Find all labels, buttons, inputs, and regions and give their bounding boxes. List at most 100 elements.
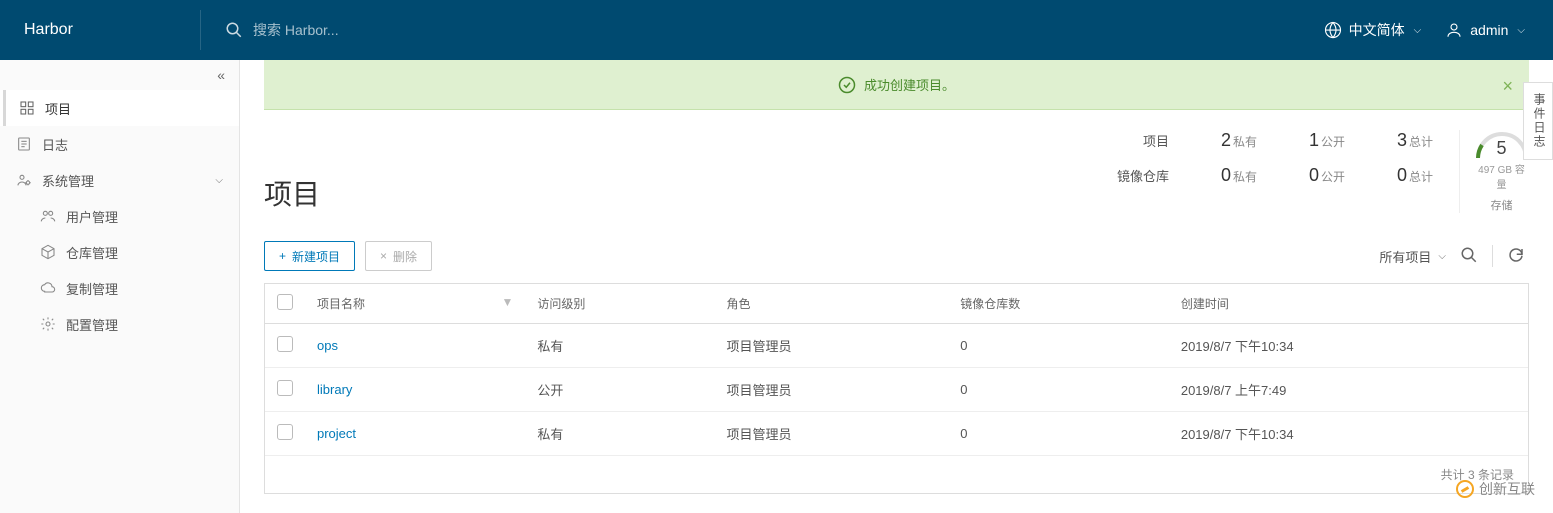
cell-access: 私有 xyxy=(525,412,714,456)
refresh-icon xyxy=(1507,246,1525,264)
stat-value: 0私有 xyxy=(1177,165,1257,186)
search-icon xyxy=(1460,246,1478,264)
col-access[interactable]: 访问级别 xyxy=(525,284,714,324)
filter-label: 所有项目 xyxy=(1379,247,1431,266)
project-name-link[interactable]: project xyxy=(317,426,356,441)
projects-table: 项目名称▼ 访问级别 角色 镜像仓库数 创建时间 ops 私有项目管理员02019… xyxy=(264,283,1529,494)
row-checkbox[interactable] xyxy=(277,424,293,440)
page-title: 项目 xyxy=(264,173,320,213)
language-switcher[interactable]: 中文简体 ⌵ xyxy=(1324,20,1422,40)
cell-role: 项目管理员 xyxy=(714,412,948,456)
table-row[interactable]: ops私有项目管理员02019/8/7 下午10:34 xyxy=(265,324,1528,368)
cell-role: 项目管理员 xyxy=(714,324,948,368)
cloud-icon xyxy=(40,280,56,296)
stat-value: 1公开 xyxy=(1265,130,1345,151)
refresh-button[interactable] xyxy=(1503,242,1529,271)
search-icon xyxy=(225,21,243,39)
sidebar-item-logs[interactable]: 日志 xyxy=(0,126,239,162)
gear-icon xyxy=(40,316,56,332)
toolbar: + 新建项目 × 删除 所有项目 ⌵ xyxy=(264,241,1529,271)
sidebar-item-label: 项目 xyxy=(45,99,71,118)
project-name-link[interactable]: library xyxy=(317,382,352,397)
table-row[interactable]: library 公开项目管理员02019/8/7 上午7:49 xyxy=(265,368,1528,412)
search-wrap xyxy=(201,21,1324,39)
cube-icon xyxy=(40,244,56,260)
cell-access: 私有 xyxy=(525,324,714,368)
gauge-arc-icon xyxy=(1474,130,1530,160)
chevron-down-icon: ⌵ xyxy=(1438,251,1446,262)
search-button[interactable] xyxy=(1456,242,1482,271)
cell-repo-count: 0 xyxy=(948,368,1169,412)
logo[interactable]: Harbor xyxy=(0,21,200,39)
sidebar-item-system[interactable]: 系统管理 ⌵ xyxy=(0,162,239,198)
sidebar-item-replication[interactable]: 复制管理 xyxy=(24,270,239,306)
cell-repo-count: 0 xyxy=(948,412,1169,456)
cell-created: 2019/8/7 下午10:34 xyxy=(1169,324,1528,368)
table-header-row: 项目名称▼ 访问级别 角色 镜像仓库数 创建时间 xyxy=(265,284,1528,324)
button-label: 删除 xyxy=(393,248,417,265)
stat-value: 0总计 xyxy=(1353,165,1433,186)
search-input[interactable] xyxy=(253,22,553,38)
watermark: 创新互联 xyxy=(1456,479,1535,499)
stat-row-label: 项目 xyxy=(1117,131,1169,150)
stats-panel: 项目 2私有 1公开 3总计 镜像仓库 0私有 0公开 0总计 5 497 GB… xyxy=(1117,130,1529,213)
col-role[interactable]: 角色 xyxy=(714,284,948,324)
user-icon xyxy=(1445,21,1463,39)
users-icon xyxy=(40,208,56,224)
projects-icon xyxy=(19,100,35,116)
header-bar: Harbor 中文简体 ⌵ admin ⌵ xyxy=(0,0,1553,60)
col-name[interactable]: 项目名称▼ xyxy=(305,284,525,324)
project-filter-dropdown[interactable]: 所有项目 ⌵ xyxy=(1379,247,1446,266)
header-right: 中文简体 ⌵ admin ⌵ xyxy=(1324,20,1553,40)
sidebar-item-label: 仓库管理 xyxy=(66,243,118,262)
user-label: admin xyxy=(1470,22,1508,38)
chevron-down-icon: ⌵ xyxy=(1414,25,1422,36)
cell-access: 公开 xyxy=(525,368,714,412)
sidebar-item-users[interactable]: 用户管理 xyxy=(24,198,239,234)
plus-icon: + xyxy=(279,249,286,263)
main-content: 成功创建项目。 × 项目 项目 2私有 1公开 3总计 镜像仓库 0私有 0公开… xyxy=(240,60,1553,513)
alert-close-button[interactable]: × xyxy=(1502,76,1513,97)
delete-button[interactable]: × 删除 xyxy=(365,241,432,271)
sidebar-collapse-button[interactable]: « xyxy=(0,60,239,90)
watermark-icon xyxy=(1456,480,1474,498)
new-project-button[interactable]: + 新建项目 xyxy=(264,241,355,271)
storage-gauge: 5 497 GB 容量 存储 xyxy=(1459,130,1529,213)
alert-text: 成功创建项目。 xyxy=(864,75,955,94)
select-all-checkbox[interactable] xyxy=(277,294,293,310)
language-label: 中文简体 xyxy=(1349,20,1405,40)
sidebar-item-projects[interactable]: 项目 xyxy=(0,90,239,126)
sidebar-item-label: 配置管理 xyxy=(66,315,118,334)
stat-value: 0公开 xyxy=(1265,165,1345,186)
admin-icon xyxy=(16,172,32,188)
filter-icon[interactable]: ▼ xyxy=(501,295,513,309)
event-log-tab[interactable]: 事件日志 xyxy=(1523,82,1553,160)
sidebar-item-label: 用户管理 xyxy=(66,207,118,226)
globe-icon xyxy=(1324,21,1342,39)
button-label: 新建项目 xyxy=(292,248,340,265)
project-name-link[interactable]: ops xyxy=(317,338,338,353)
check-circle-icon xyxy=(838,76,856,94)
success-alert: 成功创建项目。 × xyxy=(264,60,1529,110)
sidebar: « 项目 日志 系统管理 ⌵ 用户管理 仓库管理 复制管理 xyxy=(0,60,240,513)
row-checkbox[interactable] xyxy=(277,380,293,396)
cell-role: 项目管理员 xyxy=(714,368,948,412)
sidebar-item-repos[interactable]: 仓库管理 xyxy=(24,234,239,270)
col-repo-count[interactable]: 镜像仓库数 xyxy=(948,284,1169,324)
cell-created: 2019/8/7 下午10:34 xyxy=(1169,412,1528,456)
sidebar-item-config[interactable]: 配置管理 xyxy=(24,306,239,342)
chevron-down-icon: ⌵ xyxy=(215,175,223,186)
user-menu[interactable]: admin ⌵ xyxy=(1445,21,1525,39)
table-row[interactable]: project 私有项目管理员02019/8/7 下午10:34 xyxy=(265,412,1528,456)
chevron-down-icon: ⌵ xyxy=(1517,25,1525,36)
sidebar-item-label: 日志 xyxy=(42,135,68,154)
watermark-text: 创新互联 xyxy=(1479,479,1535,499)
stat-value: 3总计 xyxy=(1353,130,1433,151)
gauge-sublabel: 497 GB 容量 xyxy=(1474,161,1529,191)
close-icon: × xyxy=(380,249,387,263)
row-checkbox[interactable] xyxy=(277,336,293,352)
col-created[interactable]: 创建时间 xyxy=(1169,284,1528,324)
stat-row-label: 镜像仓库 xyxy=(1117,166,1169,185)
stat-value: 2私有 xyxy=(1177,130,1257,151)
cell-created: 2019/8/7 上午7:49 xyxy=(1169,368,1528,412)
